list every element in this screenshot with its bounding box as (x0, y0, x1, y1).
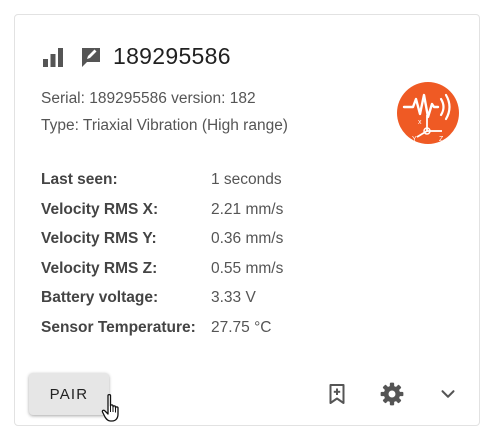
bookmark-add-icon (329, 384, 345, 404)
gear-icon (380, 382, 404, 406)
sensor-details: Last seen: 1 seconds Velocity RMS X: 2.2… (41, 165, 283, 342)
detail-row-velocity-x: Velocity RMS X: 2.21 mm/s (41, 195, 283, 225)
detail-label: Last seen: (41, 171, 118, 188)
detail-row-velocity-z: Velocity RMS Z: 0.55 mm/s (41, 254, 283, 284)
settings-button[interactable] (377, 379, 407, 409)
svg-text:Z: Z (439, 136, 444, 143)
detail-label: Velocity RMS Z: (41, 259, 158, 277)
serial-line: Serial: 189295586 version: 182 (41, 90, 256, 107)
detail-value: 2.21 mm/s (211, 200, 284, 218)
detail-label: Velocity RMS Y: (41, 230, 157, 247)
detail-label: Velocity RMS X: (41, 200, 159, 218)
detail-value: 0.36 mm/s (211, 230, 284, 247)
detail-row-battery: Battery voltage: 3.33 V (41, 283, 283, 313)
card-header: 189295586 (41, 43, 231, 70)
hand-pointer-cursor-icon (101, 393, 119, 422)
svg-text:Y: Y (412, 136, 417, 143)
expand-button[interactable] (433, 379, 463, 409)
bookmark-add-button[interactable] (322, 379, 352, 409)
triaxial-vibration-logo: x Y Z (397, 82, 459, 144)
type-line: Type: Triaxial Vibration (High range) (41, 117, 288, 134)
sensor-card: 189295586 Serial: 189295586 version: 182… (14, 14, 480, 426)
detail-row-last-seen: Last seen: 1 seconds (41, 165, 283, 195)
detail-row-temperature: Sensor Temperature: 27.75 °C (41, 313, 283, 343)
detail-value: 27.75 °C (211, 318, 272, 336)
pair-button[interactable]: PAIR (29, 373, 109, 415)
detail-label: Sensor Temperature: (41, 318, 196, 336)
edit-note-icon[interactable] (79, 45, 103, 69)
detail-value: 3.33 V (211, 289, 256, 306)
svg-text:x: x (418, 119, 422, 126)
signal-bars-icon (43, 47, 63, 67)
detail-label: Battery voltage: (41, 289, 159, 306)
detail-value: 0.55 mm/s (211, 259, 284, 277)
detail-row-velocity-y: Velocity RMS Y: 0.36 mm/s (41, 224, 283, 254)
chevron-down-icon (441, 390, 455, 398)
detail-value: 1 seconds (211, 171, 282, 188)
sensor-title: 189295586 (113, 43, 231, 69)
sensor-meta: Serial: 189295586 version: 182 Type: Tri… (41, 85, 288, 139)
